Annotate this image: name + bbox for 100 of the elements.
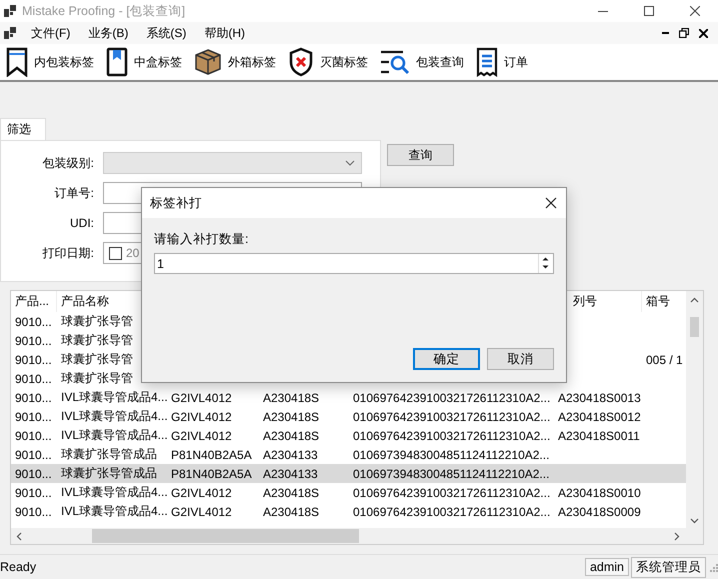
prompt-label: 请输入补打数量: xyxy=(154,231,250,248)
table-cell: IVL球囊导管成品4... xyxy=(61,485,167,499)
dialog-button[interactable]: 确定 xyxy=(413,348,480,370)
table-cell: A230418S xyxy=(263,428,320,442)
menu-item[interactable]: 帮助(H) xyxy=(195,24,254,42)
scroll-up-icon[interactable] xyxy=(690,297,699,303)
menu-item[interactable]: 文件(F) xyxy=(22,24,80,42)
scroll-thumb[interactable] xyxy=(690,317,699,337)
filter-tab[interactable]: 筛选 xyxy=(0,118,46,140)
table-cell: P81N40B2A5A xyxy=(171,448,252,462)
close-icon[interactable] xyxy=(699,28,708,38)
table-row[interactable]: 9010... IVL球囊导管成品4... G2IVL4012 A230418S 01069764239100321726112310A2... A230418S0011 xyxy=(11,426,686,445)
close-icon xyxy=(545,197,557,209)
table-cell: 球囊扩张导管成品 xyxy=(61,447,157,461)
table-cell: G2IVL4012 xyxy=(171,504,232,518)
table-cell: P81N40B2A5A xyxy=(171,466,252,480)
table-row[interactable]: 9010... IVL球囊导管成品4... G2IVL4012 A230418S 01069764239100321726112310A2... A230418S0009 xyxy=(11,502,686,521)
status-text: Ready xyxy=(0,560,38,574)
table-cell: 球囊扩张导管 xyxy=(61,314,133,328)
table-cell: 9010... xyxy=(15,466,52,480)
resize-grip-icon xyxy=(708,562,718,572)
table-row[interactable]: 9010... IVL球囊导管成品4... G2IVL4012 A230418S 01069764239100321726112310A2... A230418S0013 xyxy=(11,388,686,407)
toolbar-button[interactable]: 中盒标签 xyxy=(104,47,184,77)
table-cell: A230418S xyxy=(263,390,320,404)
table-cell: 9010... xyxy=(15,372,52,386)
column-header[interactable]: 产品名称 xyxy=(61,294,109,308)
document-icon xyxy=(476,47,498,77)
table-cell: 球囊扩张导管 xyxy=(61,333,133,347)
restore-icon[interactable] xyxy=(679,28,689,38)
table-cell: 9010... xyxy=(15,504,52,518)
table-cell: 球囊扩张导管 xyxy=(61,371,133,385)
number-field[interactable]: 1 xyxy=(154,253,554,274)
table-cell: A230418S0013 xyxy=(558,390,641,404)
column-header[interactable]: 产品... xyxy=(15,294,50,308)
checkbox[interactable] xyxy=(109,246,122,260)
toolbar-button[interactable]: 外箱标签 xyxy=(192,48,278,76)
table-cell: 9010... xyxy=(15,410,52,424)
dialog-button[interactable]: 取消 xyxy=(487,348,554,370)
toolbar-button[interactable]: 内包装标签 xyxy=(4,47,96,77)
app-icon xyxy=(4,27,16,39)
table-cell: G2IVL4012 xyxy=(171,390,232,404)
table-cell: A230418S0009 xyxy=(558,504,641,518)
bookmark-icon xyxy=(106,47,128,77)
field-label: UDI: xyxy=(69,216,95,230)
table-cell: 球囊扩张导管成品 xyxy=(61,466,157,480)
table-cell: IVL球囊导管成品4... xyxy=(61,390,167,404)
status-panel: admin xyxy=(584,558,629,576)
table-cell: 球囊扩张导管 xyxy=(61,352,133,366)
shield-icon xyxy=(288,47,314,77)
menu-item[interactable]: 业务(B) xyxy=(79,24,138,42)
table-cell: IVL球囊导管成品4... xyxy=(61,409,167,423)
toolbar-button[interactable]: 灭菌标签 xyxy=(286,47,370,77)
app-icon xyxy=(4,5,16,17)
table-cell: 01069739483004851124112210A2... xyxy=(353,448,550,462)
toolbar-button[interactable]: 订单 xyxy=(474,47,530,77)
menu-item[interactable]: 系统(S) xyxy=(137,24,196,42)
table-cell: 01069739483004851124112210A2... xyxy=(353,466,550,480)
vertical-scrollbar[interactable] xyxy=(686,291,703,528)
table-cell: A230418S xyxy=(263,410,320,424)
scroll-down-icon[interactable] xyxy=(690,518,699,524)
table-cell: A230418S xyxy=(263,486,320,500)
table-cell: A2304133 xyxy=(263,448,318,462)
table-cell: A230418S0012 xyxy=(558,410,641,424)
column-header[interactable]: 列号 xyxy=(573,294,597,308)
table-row[interactable]: 9010... IVL球囊导管成品4... G2IVL4012 A230418S 01069764239100321726112310A2... A230418S0010 xyxy=(11,483,686,502)
table-row[interactable]: 9010... IVL球囊导管成品4... G2IVL4012 A230418S 01069764239100321726112310A2... A230418S0012 xyxy=(11,407,686,426)
table-cell: 01069764239100321726112310A2... xyxy=(353,410,550,424)
bookmark-icon xyxy=(6,47,28,77)
table-cell: IVL球囊导管成品4... xyxy=(61,504,167,518)
table-cell: A2304133 xyxy=(263,466,318,480)
table-cell: 9010... xyxy=(15,334,52,348)
table-cell: 9010... xyxy=(15,486,52,500)
scroll-right-icon[interactable] xyxy=(674,532,680,540)
table-cell: IVL球囊导管成品4... xyxy=(61,428,167,442)
field-label: 包装级别: xyxy=(42,154,95,172)
status-panel: 系统管理员 xyxy=(631,556,706,578)
table-row[interactable]: 9010... 球囊扩张导管成品 P81N40B2A5A A2304133 01069739483004851124112210A2... xyxy=(11,464,686,483)
table-cell: 9010... xyxy=(15,390,52,404)
table-cell: 01069764239100321726112310A2... xyxy=(353,504,550,518)
minimize-icon xyxy=(598,10,608,12)
table-cell: A230418S xyxy=(263,504,320,518)
close-icon xyxy=(690,6,700,16)
field-label: 订单号: xyxy=(54,184,95,202)
table-row[interactable]: 9010... 球囊扩张导管成品 P81N40B2A5A A2304133 01069739483004851124112210A2... xyxy=(11,445,686,464)
dialog-title: 标签补打 xyxy=(150,194,203,212)
scroll-left-icon[interactable] xyxy=(16,532,22,540)
table-cell: 9010... xyxy=(15,352,52,366)
search-icon xyxy=(380,49,410,75)
box-icon xyxy=(194,48,222,76)
field-label: 打印日期: xyxy=(42,244,95,262)
query-button[interactable]: 查询 xyxy=(387,144,454,166)
table-cell: 9010... xyxy=(15,314,52,328)
column-header[interactable]: 箱号 xyxy=(646,294,670,308)
table-cell: 9010... xyxy=(15,428,52,442)
table-cell: 01069764239100321726112310A2... xyxy=(353,428,550,442)
scroll-thumb[interactable] xyxy=(92,529,359,543)
toolbar-button[interactable]: 包装查询 xyxy=(378,49,466,75)
table-cell: G2IVL4012 xyxy=(171,428,232,442)
window-title: Mistake Proofing - [包装查询] xyxy=(22,2,186,20)
horizontal-scrollbar[interactable] xyxy=(11,528,686,544)
